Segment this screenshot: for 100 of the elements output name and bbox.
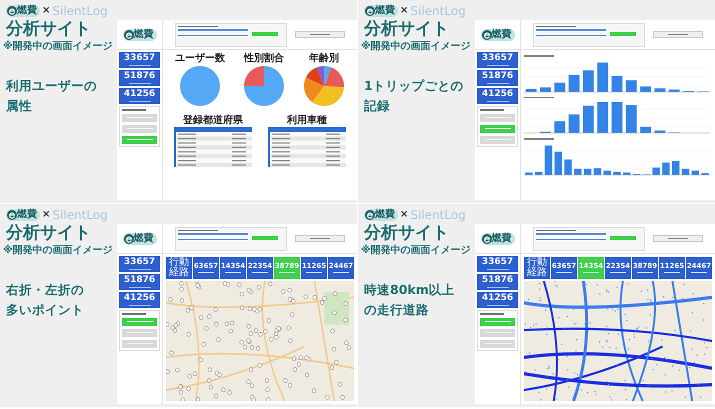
- brand-logo: 燃費: [6, 4, 40, 16]
- text-placeholder-line: [306, 272, 322, 274]
- menu-button[interactable]: [480, 318, 515, 326]
- partner-logo-text: SilentLog: [52, 4, 108, 16]
- text-placeholder-line: [310, 238, 330, 240]
- text-placeholder-line: [536, 26, 576, 27]
- menu-button[interactable]: [122, 124, 157, 132]
- slide-title: 分析サイト: [6, 224, 92, 243]
- route-tile[interactable]: 行動経路: [166, 257, 192, 279]
- text-placeholder-line: [178, 230, 218, 231]
- stat-tile: 41256: [119, 88, 160, 104]
- apply-button[interactable]: [610, 32, 636, 36]
- menu-button[interactable]: [122, 328, 157, 336]
- menu-button[interactable]: [122, 114, 157, 122]
- stat-tile: 33657: [477, 256, 518, 272]
- text-placeholder-line: [480, 313, 504, 314]
- text-placeholder-line: [524, 138, 554, 140]
- slide-caption: 利用ユーザーの 属性: [6, 76, 98, 115]
- menu-button[interactable]: [122, 136, 157, 144]
- text-placeholder-line: [128, 64, 150, 66]
- route-tile[interactable]: 行動経路: [524, 257, 550, 279]
- text-placeholder-line: [691, 272, 707, 274]
- text-placeholder-line: [128, 304, 150, 306]
- app-logo: 燃費: [480, 28, 514, 40]
- apply-button[interactable]: [610, 236, 636, 240]
- text-placeholder-line: [536, 29, 606, 30]
- stat-tile: 33657: [119, 256, 160, 272]
- table-title: 登録都道府県: [183, 115, 243, 127]
- text-placeholder-line: [178, 26, 218, 27]
- text-placeholder-line: [536, 238, 606, 240]
- text-placeholder-line: [279, 272, 295, 274]
- menu-button[interactable]: [480, 136, 515, 144]
- login-button[interactable]: [295, 235, 345, 242]
- text-placeholder-line: [178, 29, 248, 30]
- text-placeholder-line: [128, 268, 150, 270]
- text-placeholder-line: [178, 233, 248, 234]
- text-placeholder-line: [664, 272, 680, 274]
- slide-caption: 時速80km以上 の走行道路: [364, 280, 456, 319]
- partner-logo-text: SilentLog: [410, 208, 466, 220]
- stat-tile: 51876: [477, 70, 518, 86]
- text-placeholder-line: [333, 272, 349, 274]
- app-logo: 燃費: [122, 28, 156, 40]
- text-placeholder-line: [126, 320, 152, 322]
- menu-button[interactable]: [480, 340, 515, 348]
- menu-button[interactable]: [122, 340, 157, 348]
- menu-button[interactable]: [480, 328, 515, 336]
- stat-tile: 41256: [477, 292, 518, 308]
- stat-tile: 33657: [477, 52, 518, 68]
- pie-chart-drawing: [243, 65, 285, 107]
- text-placeholder-line: [484, 320, 510, 322]
- apply-button[interactable]: [252, 236, 278, 240]
- app-logo: 燃費: [480, 232, 514, 244]
- e-logo-icon: [124, 234, 134, 244]
- text-placeholder-line: [252, 272, 268, 274]
- pie-chart-drawing: [303, 65, 345, 107]
- separator-text: ×: [400, 6, 408, 16]
- slide-caption: 1トリップごとの 記録: [364, 76, 465, 115]
- slide-caption: 右折・左折の 多いポイント: [6, 280, 85, 319]
- text-placeholder-line: [536, 230, 576, 231]
- text-placeholder-line: [668, 34, 688, 36]
- text-placeholder-line: [310, 34, 330, 36]
- brand-logo: 燃費: [364, 208, 398, 220]
- text-placeholder-line: [484, 128, 510, 130]
- apply-button[interactable]: [252, 32, 278, 36]
- text-placeholder-line: [122, 313, 146, 314]
- login-button[interactable]: [653, 235, 703, 242]
- text-placeholder-line: [486, 82, 508, 84]
- text-placeholder-line: [524, 96, 554, 98]
- e-logo-icon: [7, 210, 17, 220]
- stat-tile: 41256: [477, 88, 518, 104]
- text-placeholder-line: [225, 272, 241, 274]
- separator-text: ×: [42, 6, 50, 16]
- chart-title: 年齢別: [309, 53, 339, 65]
- menu-button[interactable]: [480, 114, 515, 122]
- brand-logo: 燃費: [6, 208, 40, 220]
- menu-button[interactable]: [122, 318, 157, 326]
- text-placeholder-line: [128, 100, 150, 102]
- text-placeholder-line: [536, 233, 606, 234]
- slide-subtitle: ※開発中の画面イメージ: [3, 40, 114, 54]
- login-button[interactable]: [653, 31, 703, 38]
- text-placeholder-line: [486, 268, 508, 270]
- text-placeholder-line: [126, 138, 152, 140]
- separator-text: ×: [400, 210, 408, 220]
- separator-text: ×: [42, 210, 50, 220]
- stat-tile: 51876: [119, 70, 160, 86]
- slide-title: 分析サイト: [364, 20, 450, 39]
- text-placeholder-line: [198, 272, 214, 274]
- app-logo: 燃費: [122, 232, 156, 244]
- stat-tile: 51876: [119, 274, 160, 290]
- menu-button[interactable]: [480, 124, 515, 132]
- text-placeholder-line: [486, 64, 508, 66]
- pie-chart-drawing: [179, 65, 221, 107]
- text-placeholder-line: [122, 109, 146, 110]
- text-placeholder-line: [178, 238, 248, 240]
- e-logo-icon: [482, 234, 492, 244]
- login-button[interactable]: [295, 31, 345, 38]
- text-placeholder-line: [610, 272, 626, 274]
- chart-title: ユーザー数: [175, 53, 225, 65]
- e-logo-icon: [7, 6, 17, 16]
- partner-logo-text: SilentLog: [410, 4, 466, 16]
